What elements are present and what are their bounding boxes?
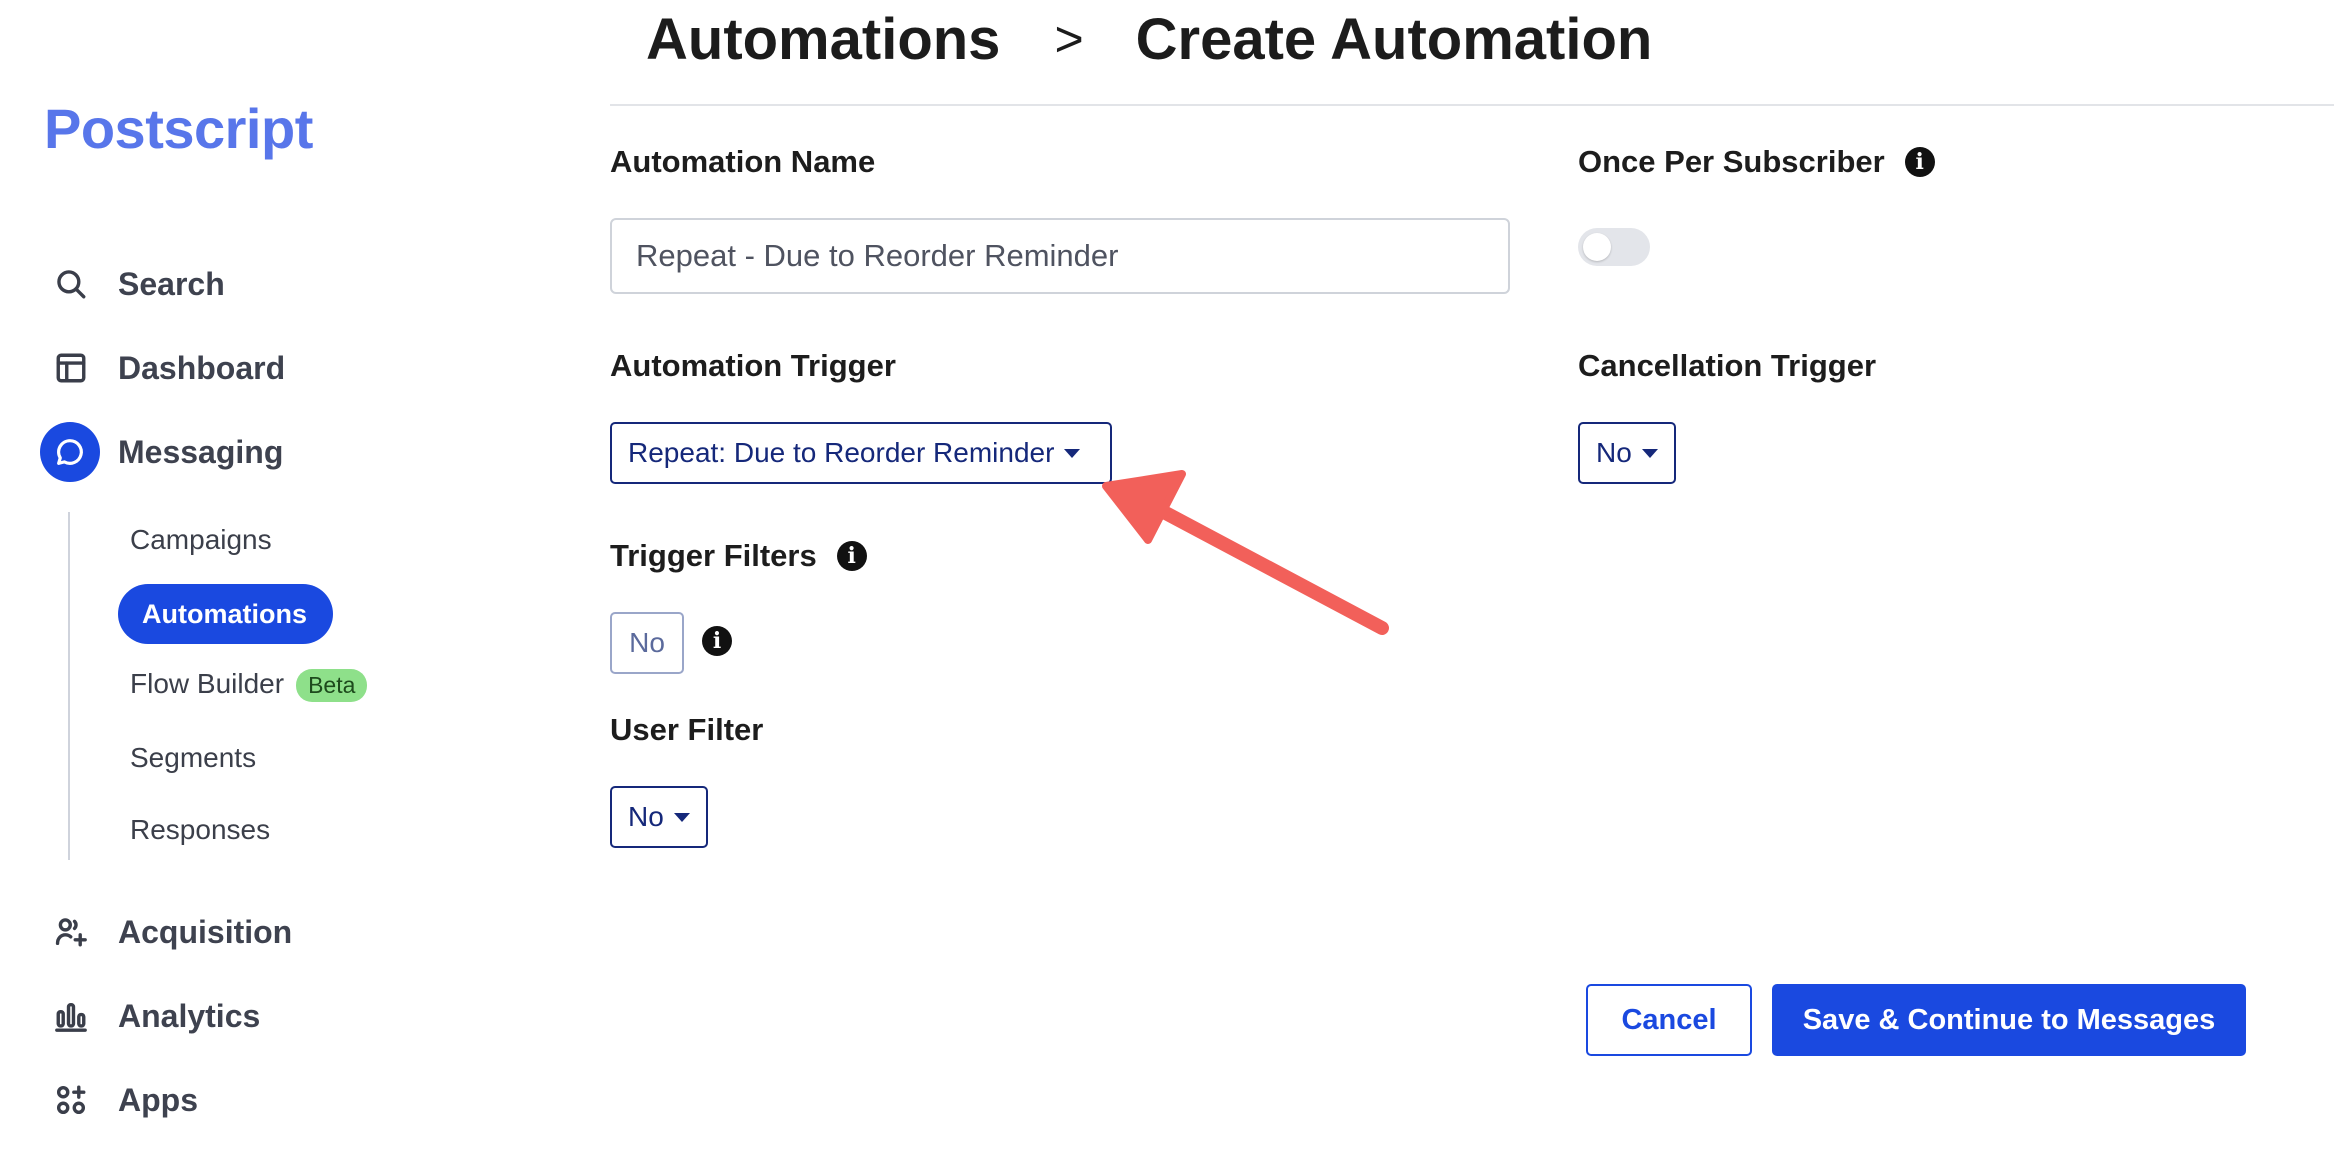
automation-trigger-label: Automation Trigger	[610, 348, 896, 384]
automation-name-input[interactable]	[610, 218, 1510, 294]
once-per-subscriber-label-text: Once Per Subscriber	[1578, 144, 1885, 179]
annotation-arrow-icon	[1102, 470, 1389, 635]
sidebar-subitem-responses[interactable]: Responses	[130, 814, 270, 846]
cancellation-trigger-dropdown[interactable]: No	[1578, 422, 1676, 484]
toggle-knob	[1583, 233, 1611, 261]
postscript-logo[interactable]: Postscript	[44, 96, 313, 161]
sidebar-item-apps[interactable]: Apps	[50, 1070, 198, 1130]
save-continue-button[interactable]: Save & Continue to Messages	[1772, 984, 2246, 1056]
trigger-filters-label: Trigger Filters i	[610, 538, 867, 574]
page-title: Create Automation	[1135, 6, 1653, 72]
user-filter-value: No	[628, 801, 664, 832]
sidebar-item-dashboard[interactable]: Dashboard	[50, 338, 285, 398]
chat-bubble-icon	[40, 422, 100, 482]
caret-down-icon	[1064, 448, 1081, 458]
trigger-filters-button[interactable]: No	[610, 612, 684, 674]
trigger-filters-label-text: Trigger Filters	[610, 538, 817, 573]
breadcrumb-parent-link[interactable]: Automations	[646, 6, 1000, 73]
automation-trigger-value: Repeat: Due to Reorder Reminder	[628, 437, 1055, 468]
automation-trigger-label-text: Automation Trigger	[610, 348, 896, 383]
sidebar-subitem-label: Flow Builder	[130, 668, 285, 699]
cancel-button[interactable]: Cancel	[1586, 984, 1752, 1056]
sidebar-item-label: Apps	[118, 1081, 198, 1118]
search-icon	[50, 263, 92, 305]
caret-down-icon	[1641, 448, 1658, 458]
info-icon[interactable]: i	[836, 541, 867, 571]
cancellation-trigger-label-text: Cancellation Trigger	[1578, 348, 1877, 383]
automation-name-label-text: Automation Name	[610, 144, 876, 179]
cancellation-trigger-label: Cancellation Trigger	[1578, 348, 1876, 384]
beta-badge: Beta	[296, 669, 368, 703]
user-filter-label-text: User Filter	[610, 712, 764, 747]
automation-trigger-dropdown[interactable]: Repeat: Due to Reorder Reminder	[610, 422, 1112, 484]
sidebar-item-analytics[interactable]: Analytics	[50, 986, 260, 1046]
sidebar-subitem-flow-builder[interactable]: Flow Builder Beta	[130, 668, 368, 703]
breadcrumb-separator: >	[1054, 11, 1084, 67]
info-icon[interactable]: i	[1904, 147, 1935, 177]
sidebar-item-search[interactable]: Search	[50, 254, 225, 314]
bar-chart-icon	[50, 995, 92, 1037]
sidebar-item-label: Messaging	[118, 433, 284, 470]
info-icon[interactable]: i	[702, 626, 732, 656]
dashboard-icon	[50, 347, 92, 389]
sidebar-item-label: Analytics	[118, 997, 261, 1034]
sidebar-subitem-segments[interactable]: Segments	[130, 742, 256, 774]
sidebar-item-label: Search	[118, 265, 225, 302]
sidebar-item-label: Acquisition	[118, 913, 293, 950]
automation-name-label: Automation Name	[610, 144, 875, 180]
sidebar-item-acquisition[interactable]: Acquisition	[50, 902, 292, 962]
breadcrumb: Automations > Create Automation	[646, 4, 1652, 74]
sidebar-item-label: Dashboard	[118, 349, 286, 386]
user-filter-label: User Filter	[610, 712, 763, 748]
sidebar-subitem-campaigns[interactable]: Campaigns	[130, 524, 272, 556]
apps-grid-icon	[50, 1079, 92, 1121]
sidebar-subitem-automations[interactable]: Automations	[118, 584, 333, 644]
user-filter-dropdown[interactable]: No	[610, 786, 708, 848]
cancellation-trigger-value: No	[1596, 437, 1632, 468]
once-per-subscriber-label: Once Per Subscriber i	[1578, 144, 1935, 180]
submenu-divider	[68, 512, 70, 860]
caret-down-icon	[673, 812, 690, 822]
once-per-subscriber-toggle[interactable]	[1578, 228, 1650, 266]
user-add-icon	[50, 911, 92, 953]
header-divider	[610, 104, 2334, 106]
